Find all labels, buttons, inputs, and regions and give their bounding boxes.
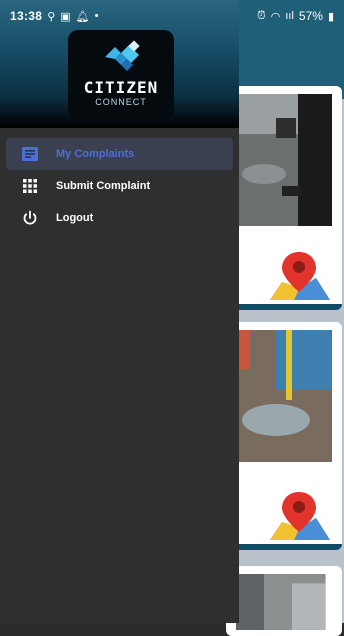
complaints-icon <box>20 147 40 161</box>
battery-percent: 57% <box>298 9 323 23</box>
drawer-menu: My Complaints Submit Complaint Logout <box>0 138 239 234</box>
menu-item-submit-complaint[interactable]: Submit Complaint <box>6 170 233 202</box>
status-time: 13:38 <box>10 9 43 23</box>
status-bar: 13:38 ⚲ ▣ 🔔︎ • ⏰︎ ◠ ııl 57% ▮ <box>0 0 344 32</box>
menu-item-label: My Complaints <box>56 148 135 160</box>
complaint-photo <box>236 94 332 226</box>
signal-icon: ııl <box>285 10 294 22</box>
usb-icon: ⚲ <box>47 10 56 23</box>
grid-icon <box>20 179 40 193</box>
menu-item-logout[interactable]: Logout <box>6 202 233 234</box>
logo-mark-icon <box>105 40 140 71</box>
app-logo: CITIZEN CONNECT <box>68 30 174 120</box>
map-location-icon[interactable] <box>264 488 334 542</box>
battery-icon: ▮ <box>327 10 334 23</box>
gallery-icon: ▣ <box>60 10 71 23</box>
logo-title: CITIZEN <box>83 78 159 97</box>
complaint-photo <box>236 330 332 462</box>
wifi-icon: ◠ <box>270 10 281 23</box>
menu-item-label: Logout <box>56 212 94 224</box>
menu-item-my-complaints[interactable]: My Complaints <box>6 138 233 170</box>
dot-icon: • <box>94 10 99 22</box>
card-divider <box>226 544 342 550</box>
navigation-drawer: CITIZEN CONNECT My Complaints Submit Com… <box>0 0 239 623</box>
complaint-card[interactable] <box>226 322 342 550</box>
complaint-card[interactable] <box>226 86 342 310</box>
menu-item-label: Submit Complaint <box>56 180 151 192</box>
complaint-photo <box>236 574 326 630</box>
power-icon <box>20 210 40 226</box>
logo-subtitle: CONNECT <box>95 97 147 107</box>
card-divider <box>226 304 342 310</box>
complaint-card[interactable] <box>226 566 342 636</box>
alarm-icon: ⏰︎ <box>257 9 266 22</box>
map-location-icon[interactable] <box>264 248 334 302</box>
notification-bell-icon: 🔔︎ <box>75 10 90 23</box>
